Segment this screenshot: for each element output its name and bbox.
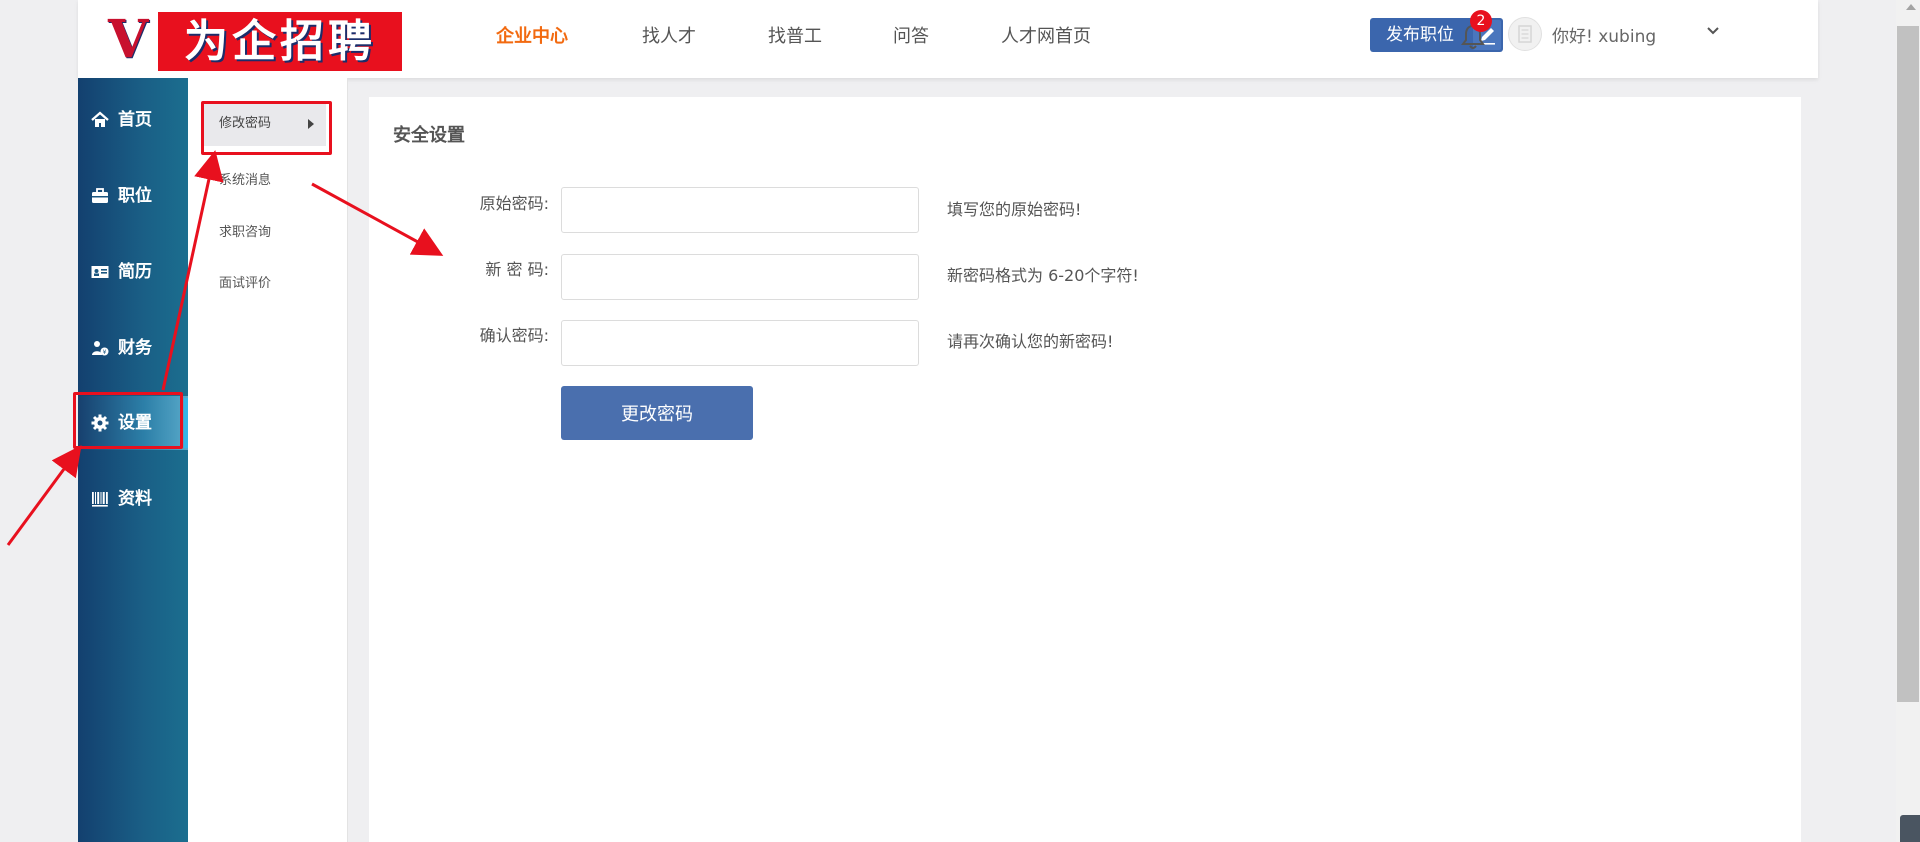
page-title: 安全设置 bbox=[393, 125, 465, 146]
publish-job-label: 发布职位 bbox=[1386, 25, 1454, 45]
nav-qa[interactable]: 问答 bbox=[893, 26, 929, 48]
svg-text:¥: ¥ bbox=[103, 349, 107, 356]
sidebar-item-jobs[interactable]: 职位 bbox=[78, 176, 188, 216]
barcode-icon bbox=[90, 489, 110, 509]
change-password-button[interactable]: 更改密码 bbox=[561, 386, 753, 440]
nav-find-workers[interactable]: 找普工 bbox=[768, 26, 822, 48]
notification-badge: 2 bbox=[1470, 10, 1492, 32]
home-icon bbox=[90, 110, 110, 130]
confirm-password-label: 确认密码: bbox=[479, 326, 549, 345]
sidebar-item-label: 财务 bbox=[118, 338, 152, 358]
chevron-down-icon[interactable] bbox=[1704, 22, 1722, 40]
nav-find-talent[interactable]: 找人才 bbox=[642, 26, 696, 48]
scrollbar-thumb[interactable] bbox=[1897, 26, 1919, 702]
sidebar-item-label: 资料 bbox=[118, 489, 152, 509]
annotation-box-change-password bbox=[201, 101, 332, 155]
new-password-field[interactable] bbox=[561, 254, 919, 300]
old-password-hint: 填写您的原始密码! bbox=[947, 200, 1082, 219]
id-card-icon bbox=[90, 262, 110, 282]
sidebar-item-label: 简历 bbox=[118, 262, 152, 282]
sidebar-item-label: 首页 bbox=[118, 110, 152, 130]
sidebar-item-profile[interactable]: 资料 bbox=[78, 479, 188, 519]
confirm-password-hint: 请再次确认您的新密码! bbox=[947, 332, 1114, 351]
avatar[interactable] bbox=[1508, 17, 1542, 51]
sidebar-item-label: 职位 bbox=[118, 186, 152, 206]
submenu-item-system-messages[interactable]: 系统消息 bbox=[219, 172, 271, 190]
annotation-box-settings bbox=[73, 392, 183, 449]
floating-widget[interactable] bbox=[1900, 815, 1920, 842]
sidebar-item-resumes[interactable]: 简历 bbox=[78, 252, 188, 292]
sidebar: 首页 职位 简历 ¥ 财务 设置 资料 bbox=[78, 78, 188, 842]
new-password-hint: 新密码格式为 6-20个字符! bbox=[947, 266, 1139, 285]
submenu-item-job-inquiries[interactable]: 求职咨询 bbox=[219, 224, 271, 242]
confirm-password-field[interactable] bbox=[561, 320, 919, 366]
finance-icon: ¥ bbox=[90, 338, 110, 358]
user-greeting[interactable]: 你好! xubing bbox=[1552, 26, 1656, 48]
settings-submenu: 修改密码 系统消息 求职咨询 面试评价 bbox=[188, 78, 348, 842]
logo-mark[interactable]: V bbox=[108, 10, 148, 70]
old-password-field[interactable] bbox=[561, 187, 919, 233]
old-password-label: 原始密码: bbox=[479, 194, 549, 213]
scroll-up-arrow-icon[interactable] bbox=[1906, 4, 1916, 10]
nav-enterprise-center[interactable]: 企业中心 bbox=[496, 26, 568, 48]
security-settings-panel: 安全设置 原始密码: 填写您的原始密码! 新 密 码: 新密码格式为 6-20个… bbox=[369, 97, 1801, 842]
sidebar-item-home[interactable]: 首页 bbox=[78, 100, 188, 140]
briefcase-icon bbox=[90, 186, 110, 206]
sidebar-item-finance[interactable]: ¥ 财务 bbox=[78, 328, 188, 368]
nav-talent-home[interactable]: 人才网首页 bbox=[1001, 26, 1091, 48]
logo-text[interactable]: 为企招聘 bbox=[158, 12, 402, 71]
submenu-item-interview-reviews[interactable]: 面试评价 bbox=[219, 275, 271, 293]
new-password-label: 新 密 码: bbox=[485, 260, 549, 279]
